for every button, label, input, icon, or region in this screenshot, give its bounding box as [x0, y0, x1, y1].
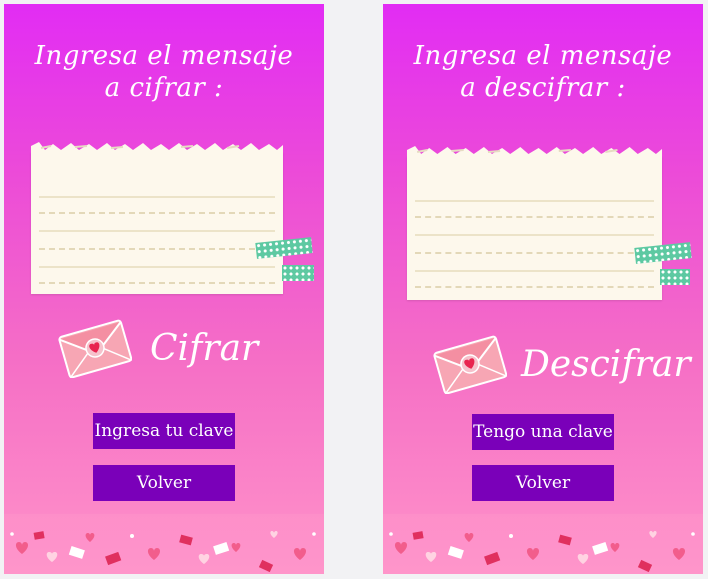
- hearts-decoration: [4, 514, 324, 574]
- decrypt-screen: Ingresa el mensaje a descifrar : Descifr…: [383, 4, 703, 574]
- message-input-note[interactable]: [31, 142, 283, 294]
- washi-tape-icon: [660, 269, 690, 285]
- encrypt-screen: Ingresa el mensaje a cifrar : Cifrar Ing…: [4, 4, 324, 574]
- envelope-heart-icon: [58, 319, 132, 378]
- back-button[interactable]: Volver: [472, 465, 614, 501]
- torn-edge-decoration: [31, 142, 283, 160]
- decrypt-action[interactable]: Descifrar: [433, 334, 691, 394]
- washi-tape-icon: [282, 265, 314, 281]
- decrypt-label: Descifrar: [521, 343, 691, 385]
- envelope-heart-icon: [433, 335, 507, 394]
- hearts-decoration: [383, 514, 703, 574]
- encrypt-action[interactable]: Cifrar: [58, 318, 258, 378]
- torn-edge-decoration: [407, 146, 662, 164]
- back-button[interactable]: Volver: [93, 465, 235, 501]
- decrypt-heading: Ingresa el mensaje a descifrar :: [413, 41, 673, 103]
- encrypt-label: Cifrar: [150, 327, 259, 369]
- encrypt-heading: Ingresa el mensaje a cifrar :: [34, 41, 294, 103]
- message-input-note[interactable]: [407, 146, 662, 300]
- enter-key-button[interactable]: Ingresa tu clave: [93, 413, 235, 449]
- have-key-button[interactable]: Tengo una clave: [472, 414, 614, 450]
